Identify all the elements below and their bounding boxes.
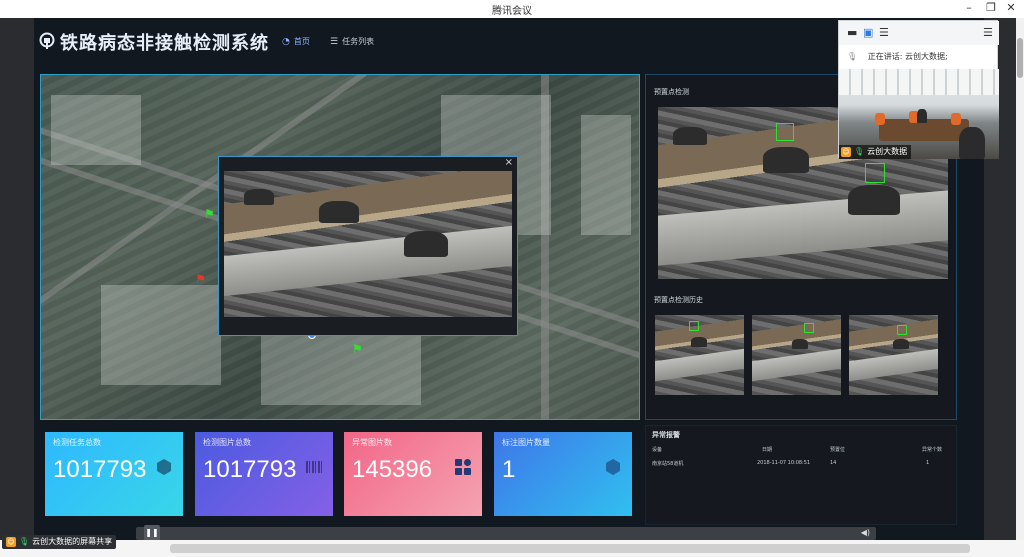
bottom-scrollbar-bar bbox=[0, 540, 1024, 557]
history-thumbnail[interactable] bbox=[752, 315, 841, 395]
window-titlebar: 腾讯会议 – ❐ ✕ bbox=[0, 0, 1024, 18]
system-title: 铁路病态非接触检测系统 bbox=[60, 33, 269, 54]
microphone-icon: 🎙 bbox=[847, 52, 858, 61]
column-header: 日期 bbox=[762, 447, 773, 453]
speaking-indicator: 🎙 正在讲话: 云创大数据; bbox=[839, 48, 999, 66]
history-thumbnail[interactable] bbox=[655, 315, 744, 395]
stat-label: 标注图片数量 bbox=[502, 438, 550, 447]
abnormal-alarm-panel: 异常报警 设备 日期 预置位 异常个数 南京站58道机 2018-11-07 1… bbox=[645, 425, 957, 525]
rail-camera-image bbox=[224, 171, 512, 317]
preset-detection-title: 预置点检测 bbox=[654, 88, 689, 96]
alarm-flag-icon[interactable]: ⚑ bbox=[195, 273, 206, 285]
list-icon: ☰ bbox=[330, 36, 339, 47]
grid-icon bbox=[455, 459, 471, 475]
column-header: 预置位 bbox=[830, 447, 846, 453]
stat-card-abnormal-images: 异常图片数 145396 bbox=[344, 432, 482, 516]
preset-history-title: 预置点检测历史 bbox=[654, 296, 703, 304]
column-header: 设备 bbox=[652, 447, 663, 453]
speaker-name: 云创大数据; bbox=[904, 52, 948, 61]
hexagon-icon bbox=[606, 459, 620, 475]
gallery-view-icon[interactable]: ▣ bbox=[863, 26, 873, 39]
stat-card-task-total: 检测任务总数 1017793 bbox=[45, 432, 183, 516]
building-block bbox=[581, 115, 631, 235]
stat-card-image-total: 检测图片总数 1017793 bbox=[195, 432, 333, 516]
detection-box bbox=[804, 323, 814, 333]
camera-popup: × bbox=[218, 156, 518, 336]
stat-value: 1017793 bbox=[203, 456, 297, 483]
restore-icon[interactable]: ❐ bbox=[984, 1, 998, 15]
stat-card-labeled-images: 标注图片数量 1 bbox=[494, 432, 632, 516]
alarm-device: 南京站58道机 bbox=[652, 461, 684, 467]
stat-value: 1 bbox=[502, 456, 516, 483]
stat-label: 异常图片数 bbox=[352, 438, 392, 447]
video-control-bar: ❚❚ ◀) bbox=[136, 525, 876, 541]
building-block bbox=[261, 325, 421, 405]
stat-value: 145396 bbox=[352, 456, 433, 483]
share-label: 云创大数据的屏幕共享 bbox=[32, 537, 113, 546]
participant-name-tag: ☺ 🎙 云创大数据 bbox=[839, 145, 912, 159]
meeting-floating-window[interactable]: ▬ ▣ ☰ ☰ 🎙 正在讲话: 云创大数据; ☺ 🎙 云创大数据 bbox=[838, 20, 999, 159]
menu-icon[interactable]: ☰ bbox=[983, 26, 993, 39]
alarm-date: 2018-11-07 10:08:51 bbox=[757, 460, 811, 466]
close-icon[interactable]: ✕ bbox=[1004, 1, 1018, 15]
building-block bbox=[51, 95, 141, 165]
detection-box bbox=[897, 325, 907, 335]
participant-name: 云创大数据 bbox=[867, 147, 908, 156]
list-view-icon[interactable]: ☰ bbox=[879, 26, 889, 39]
hexagon-icon bbox=[157, 459, 171, 475]
meeting-toolbar: ▬ ▣ ☰ ☰ bbox=[839, 21, 999, 45]
stat-value: 1017793 bbox=[53, 456, 147, 483]
detection-box bbox=[776, 123, 794, 141]
nav-task-list-label: 任务列表 bbox=[342, 37, 375, 46]
detection-box bbox=[689, 321, 699, 331]
vertical-scrollbar[interactable] bbox=[1016, 18, 1024, 548]
minimize-icon[interactable]: ▬ bbox=[847, 26, 857, 39]
history-thumbnails bbox=[655, 315, 945, 395]
building-block bbox=[101, 285, 221, 385]
table-row[interactable]: 南京站58道机 2018-11-07 10:08:51 14 1 bbox=[652, 460, 952, 468]
screen-share-indicator[interactable]: ☺ 🎙 云创大数据的屏幕共享 bbox=[2, 535, 117, 549]
table-header: 设备 日期 预置位 异常个数 bbox=[652, 446, 952, 454]
pause-icon[interactable]: ❚❚ bbox=[144, 525, 160, 541]
column-header: 异常个数 bbox=[922, 447, 943, 453]
minimize-icon[interactable]: – bbox=[962, 1, 976, 15]
nav-home[interactable]: ◔ 首页 bbox=[282, 36, 310, 47]
horizontal-scrollbar[interactable] bbox=[170, 544, 970, 553]
satellite-map[interactable]: ⚑ ⚑ ⚑ ⚑ ⚑ × bbox=[40, 74, 640, 420]
user-icon: ☺ bbox=[6, 537, 16, 547]
stat-label: 检测任务总数 bbox=[53, 438, 101, 447]
alarm-preset: 14 bbox=[830, 460, 837, 466]
stat-label: 检测图片总数 bbox=[203, 438, 251, 447]
window-title: 腾讯会议 bbox=[492, 6, 532, 17]
participant-video[interactable]: ☺ 🎙 云创大数据 bbox=[839, 69, 999, 159]
nav-task-list[interactable]: ☰ 任务列表 bbox=[330, 36, 374, 47]
railway-logo-icon bbox=[39, 32, 55, 49]
dashboard-icon: ◔ bbox=[282, 36, 290, 47]
flag-icon[interactable]: ⚑ bbox=[204, 208, 215, 220]
microphone-icon: 🎙 bbox=[854, 147, 865, 156]
alarm-count: 1 bbox=[926, 460, 930, 466]
flag-icon[interactable]: ⚑ bbox=[352, 343, 363, 355]
detection-box bbox=[865, 163, 885, 183]
barcode-icon bbox=[306, 461, 322, 473]
alarm-title: 异常报警 bbox=[652, 431, 680, 439]
close-icon[interactable]: × bbox=[505, 157, 513, 168]
nav-home-label: 首页 bbox=[293, 37, 310, 46]
history-thumbnail[interactable] bbox=[849, 315, 938, 395]
volume-icon[interactable]: ◀) bbox=[861, 528, 870, 537]
user-icon: ☺ bbox=[841, 147, 851, 157]
speaking-label: 正在讲话: bbox=[867, 52, 903, 61]
microphone-icon: 🎙 bbox=[19, 537, 30, 546]
scrollbar-thumb[interactable] bbox=[1017, 38, 1023, 78]
